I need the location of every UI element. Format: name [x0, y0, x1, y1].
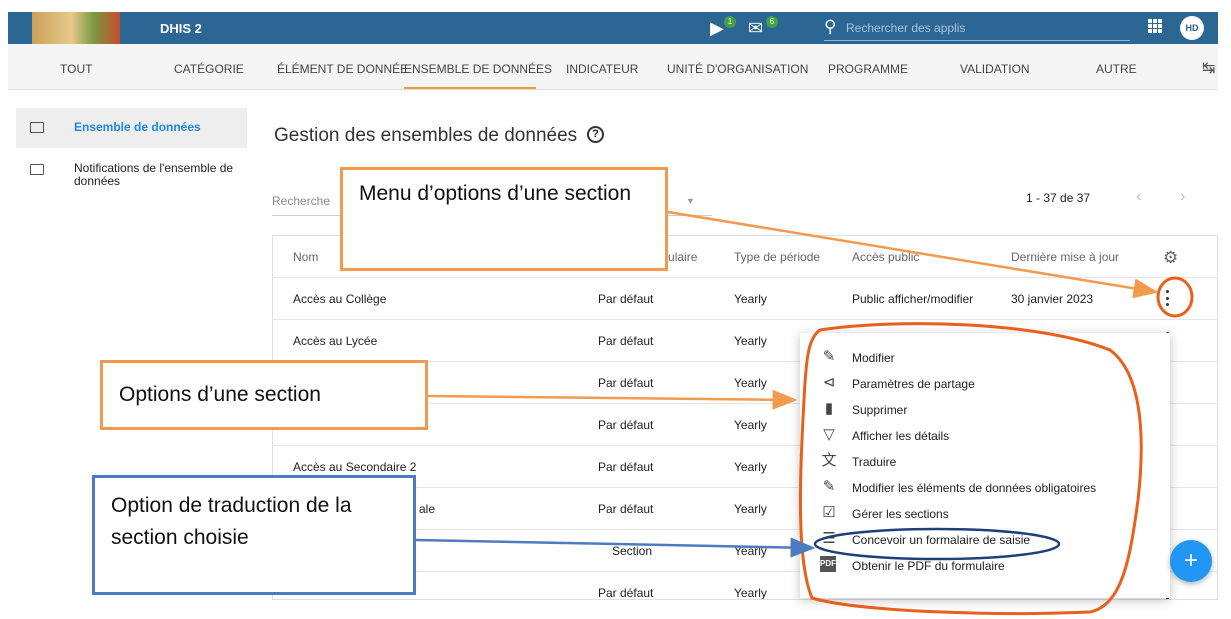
tab-autre[interactable]: AUTRE — [1096, 62, 1137, 76]
chat-icon[interactable]: ▶ — [710, 18, 724, 38]
menu-item-label: Concevoir un formalaire de saisie — [852, 533, 1031, 547]
tab-indicateur[interactable]: INDICATEUR — [566, 62, 638, 76]
cell-period-type: Yearly — [734, 544, 767, 558]
menu-item-label: Traduire — [852, 455, 897, 469]
app-search[interactable]: ⚲ — [824, 15, 1130, 41]
folder-icon — [30, 164, 44, 175]
help-icon[interactable]: ? — [587, 126, 604, 143]
clipboard-list-icon: ☰ — [822, 530, 836, 547]
active-tab-indicator — [404, 87, 536, 89]
menu-item-supprimer[interactable]: ▮ Supprimer — [800, 397, 1170, 423]
share-icon: ⊲ — [822, 374, 836, 391]
cell-form-type: Par défaut — [598, 460, 654, 474]
menu-item-partage[interactable]: ⊲ Paramètres de partage — [800, 371, 1170, 397]
tab-element-de-donnee[interactable]: ÉLÉMENT DE DONNÉE — [277, 62, 408, 76]
cell-name: Accès au Secondaire 2 — [293, 460, 417, 474]
annotation-callout-translation: Option de traduction de la section chois… — [92, 475, 416, 595]
menu-item-gerer-sections[interactable]: ☑ Gérer les sections — [800, 501, 1170, 527]
cell-form-type: Par défaut — [598, 334, 654, 348]
pdf-icon: PDF — [820, 556, 836, 572]
tab-unite-organisation[interactable]: UNITÉ D'ORGANISATION — [667, 62, 808, 76]
menu-item-label: Modifier les éléments de données obligat… — [852, 481, 1097, 495]
search-icon: ⚲ — [824, 17, 837, 36]
table-row[interactable]: Accès au Collège Par défaut Yearly Publi… — [273, 278, 1217, 320]
tab-tout[interactable]: TOUT — [60, 62, 92, 76]
app-search-input[interactable] — [846, 19, 1116, 37]
annotation-callout-menu: Menu d’options d’une section — [340, 167, 668, 271]
chevron-down-icon[interactable]: ▼ — [686, 196, 695, 206]
cell-form-type: Par défaut — [598, 376, 654, 390]
trash-icon: ▮ — [824, 400, 834, 417]
apps-grid-icon[interactable] — [1148, 19, 1162, 33]
cell-form-type: Par défaut — [598, 292, 654, 306]
next-page-icon[interactable]: › — [1180, 188, 1185, 206]
cell-period-type: Yearly — [734, 502, 767, 516]
menu-item-label: Modifier — [852, 351, 895, 365]
tab-validation[interactable]: VALIDATION — [960, 62, 1030, 76]
column-header-name[interactable]: Nom — [293, 250, 318, 264]
cell-form-type: Section — [612, 544, 653, 558]
cell-period-type: Yearly — [734, 292, 767, 306]
tab-categorie[interactable]: CATÉGORIE — [174, 62, 244, 76]
app-title[interactable]: DHIS 2 — [160, 21, 202, 36]
menu-item-label: Gérer les sections — [852, 507, 949, 521]
menu-item-label: Paramètres de partage — [852, 377, 975, 391]
crop-icon[interactable]: ↹ — [1202, 58, 1215, 78]
page-title: Gestion des ensembles de données — [274, 125, 578, 146]
clipboard-check-icon: ☑ — [822, 504, 836, 521]
translate-icon: 文 — [821, 452, 837, 469]
row-actions-menu: ✎ Modifier ⊲ Paramètres de partage ▮ Sup… — [800, 333, 1170, 598]
cell-period-type: Yearly — [734, 586, 767, 600]
prev-page-icon[interactable]: ‹ — [1136, 188, 1141, 206]
section-tabs: TOUT CATÉGORIE ÉLÉMENT DE DONNÉE ENSEMBL… — [8, 44, 1218, 90]
cell-form-type: Par défaut — [598, 586, 654, 600]
menu-item-details[interactable]: ▽ Afficher les détails — [800, 423, 1170, 449]
pager-label: 1 - 37 de 37 — [1026, 191, 1091, 205]
cell-period-type: Yearly — [734, 334, 767, 348]
sidebar-item-label: Ensemble de données — [74, 120, 201, 134]
top-header-bar: DHIS 2 ▶ 1 ✉ 6 ⚲ HD — [8, 12, 1218, 44]
messages-badge: 1 — [724, 16, 736, 28]
cell-last-updated: 30 janvier 2023 — [1011, 292, 1094, 306]
cell-name: Accès au Collège — [293, 292, 387, 306]
cell-public-access: Public afficher/modifier — [852, 292, 974, 306]
menu-item-label: Supprimer — [852, 403, 908, 417]
avatar[interactable]: HD — [1180, 16, 1204, 40]
menu-item-pdf[interactable]: PDF Obtenir le PDF du formulaire — [800, 553, 1170, 579]
triangle-down-icon: ▽ — [823, 426, 835, 443]
cell-period-type: Yearly — [734, 376, 767, 390]
menu-item-elements-obligatoires[interactable]: ✎ Modifier les éléments de données oblig… — [800, 475, 1170, 501]
cell-name: ale — [419, 502, 436, 516]
menu-item-label: Afficher les détails — [852, 429, 950, 443]
sidebar-item-ensemble-de-donnees[interactable]: Ensemble de données — [16, 108, 247, 148]
cell-form-type: Par défaut — [598, 418, 654, 432]
cell-form-type: Par défaut — [598, 502, 654, 516]
column-header-public-access[interactable]: Accès public — [852, 250, 919, 264]
mail-badge: 6 — [766, 16, 778, 28]
annotation-callout-options: Options d’une section — [100, 360, 428, 430]
cell-period-type: Yearly — [734, 418, 767, 432]
cell-name: Accès au Lycée — [293, 334, 378, 348]
column-header-last-updated[interactable]: Dernière mise à jour — [1011, 250, 1119, 264]
gear-icon[interactable]: ⚙ — [1163, 248, 1178, 268]
menu-item-label: Obtenir le PDF du formulaire — [852, 559, 1005, 573]
pencil-icon: ✎ — [822, 478, 836, 495]
mail-icon[interactable]: ✉ — [748, 18, 763, 38]
cell-period-type: Yearly — [734, 460, 767, 474]
add-button[interactable]: + — [1170, 540, 1212, 582]
column-header-period-type[interactable]: Type de période — [734, 250, 820, 264]
menu-item-modifier[interactable]: ✎ Modifier — [800, 345, 1170, 371]
more-options-icon[interactable] — [1166, 290, 1170, 306]
tab-ensemble-de-donnees[interactable]: ENSEMBLE DE DONNÉES — [404, 62, 552, 76]
sidebar-item-notifications[interactable]: Notifications de l'ensemble de données — [16, 156, 247, 196]
tab-programme[interactable]: PROGRAMME — [828, 62, 908, 76]
menu-item-concevoir-formulaire[interactable]: ☰ Concevoir un formalaire de saisie — [800, 527, 1170, 553]
menu-item-traduire[interactable]: 文 Traduire — [800, 449, 1170, 475]
app-logo[interactable] — [32, 12, 120, 44]
folder-icon — [30, 122, 44, 133]
sidebar-item-label: Notifications de l'ensemble de données — [74, 161, 234, 188]
pencil-icon: ✎ — [822, 348, 836, 365]
